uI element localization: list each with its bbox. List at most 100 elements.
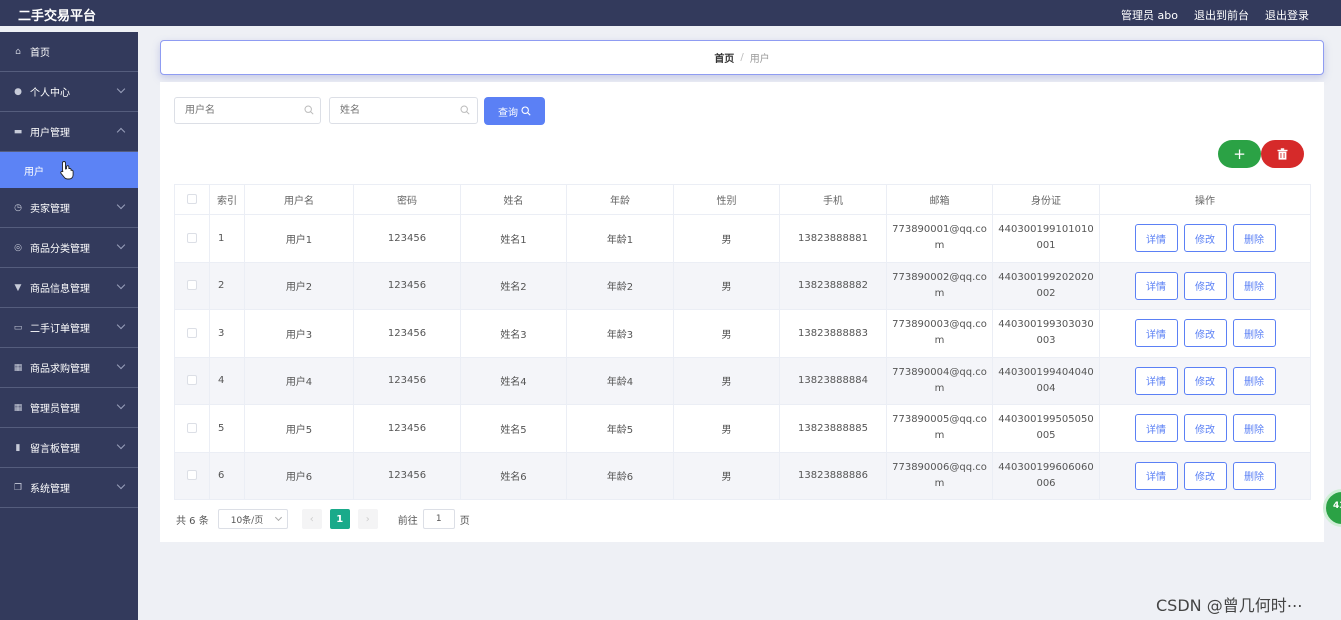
delete-button[interactable]: 删除	[1232, 319, 1276, 348]
floating-badge-text: 43	[1333, 501, 1341, 511]
sidebar-item-label: 留言板管理	[30, 444, 80, 455]
delete-button[interactable]: 删除	[1232, 224, 1276, 253]
goto-label: 前往	[397, 515, 418, 527]
sidebar-item-goods[interactable]: ▼ 商品信息管理	[0, 268, 138, 308]
page-number-button[interactable]: 1	[329, 509, 350, 529]
sidebar-item-categories[interactable]: ◎ 商品分类管理	[0, 228, 138, 268]
cell-phone: 13823888884	[779, 356, 887, 405]
user-table: 索引 用户名 密码 姓名 年龄 性别 手机 邮箱 身份证 操作 1 用户1 1234…	[174, 184, 1311, 500]
column-header: 邮箱	[886, 184, 993, 215]
edit-button[interactable]: 修改	[1183, 366, 1227, 395]
row-checkbox[interactable]	[187, 470, 197, 481]
detail-button[interactable]: 详情	[1134, 461, 1178, 490]
sidebar-item-orders[interactable]: ▭ 二手订单管理	[0, 308, 138, 348]
admin-label: 管理员 abo	[1121, 9, 1178, 22]
row-checkbox[interactable]	[187, 422, 197, 433]
column-header: 用户名	[244, 184, 354, 215]
detail-button-label: 详情	[1146, 329, 1166, 341]
select-all-checkbox[interactable]	[187, 194, 197, 204]
row-select-cell	[174, 356, 210, 405]
edit-button[interactable]: 修改	[1183, 271, 1227, 300]
sidebar-item-messages[interactable]: ▮ 留言板管理	[0, 428, 138, 468]
row-checkbox[interactable]	[187, 327, 197, 338]
edit-button[interactable]: 修改	[1183, 414, 1227, 443]
detail-button[interactable]: 详情	[1134, 319, 1178, 348]
cell-gender: 男	[673, 356, 780, 405]
cell-age: 年龄2	[566, 261, 674, 310]
cell-email: 773890004@qq.com	[886, 356, 993, 405]
name-search-input[interactable]	[329, 97, 478, 124]
bar-chart-icon: ▮	[15, 442, 21, 453]
sidebar-item-label: 商品信息管理	[30, 284, 90, 295]
breadcrumb: 首页 / 用户	[160, 40, 1324, 75]
pagination: 共 6 条 10条/页 ‹ 1 › 前往 页	[176, 509, 470, 529]
cell-name: 姓名1	[460, 214, 567, 263]
row-checkbox[interactable]	[187, 375, 197, 386]
edit-button-label: 修改	[1195, 282, 1215, 294]
detail-button[interactable]: 详情	[1134, 224, 1178, 253]
delete-button[interactable]: 删除	[1232, 366, 1276, 395]
row-select-cell	[174, 451, 210, 500]
page-size-select[interactable]: 10条/页	[217, 509, 288, 529]
sidebar-item-label: 卖家管理	[30, 204, 70, 215]
table-row: 5 用户5 123456 姓名5 年龄5 男 13823888885 773890005@qq…	[174, 404, 1311, 453]
logout-link[interactable]: 退出登录	[1265, 7, 1309, 23]
delete-button[interactable]: 删除	[1232, 461, 1276, 490]
sidebar-item-personal[interactable]: ● 个人中心	[0, 72, 138, 112]
delete-button[interactable]: 删除	[1232, 414, 1276, 443]
breadcrumb-current: 用户	[749, 54, 770, 65]
edit-button[interactable]: 修改	[1183, 224, 1227, 253]
sidebar-item-label: 首页	[30, 48, 50, 59]
home-icon: ⌂	[15, 46, 21, 57]
cell-gender: 男	[673, 404, 780, 453]
cell-id-card: 440300199101010001	[992, 214, 1100, 263]
globe-icon: ◎	[14, 242, 22, 253]
to-front-link[interactable]: 退出到前台	[1194, 7, 1249, 23]
cell-id-card: 440300199505050005	[992, 404, 1100, 453]
cell-actions: 详情 修改 删除	[1099, 404, 1311, 453]
row-checkbox[interactable]	[187, 280, 197, 291]
row-checkbox[interactable]	[187, 232, 197, 243]
sidebar-item-system[interactable]: ❐ 系统管理	[0, 468, 138, 508]
table-row: 3 用户3 123456 姓名3 年龄3 男 13823888883 773890003@qq…	[174, 309, 1311, 358]
cell-phone: 13823888883	[779, 309, 887, 358]
batch-delete-button[interactable]	[1261, 140, 1304, 168]
cell-gender: 男	[673, 309, 780, 358]
table-row: 6 用户6 123456 姓名6 年龄6 男 13823888886 773890006@qq…	[174, 451, 1311, 500]
detail-button-label: 详情	[1146, 424, 1166, 436]
edit-button-label: 修改	[1195, 424, 1215, 436]
query-button[interactable]: 查询	[484, 97, 545, 125]
cell-name: 姓名6	[460, 451, 567, 500]
edit-button[interactable]: 修改	[1183, 461, 1227, 490]
floating-badge[interactable]: 43	[1323, 489, 1341, 527]
detail-button[interactable]: 详情	[1134, 271, 1178, 300]
column-header: 性别	[673, 184, 780, 215]
chevron-down-icon	[116, 360, 126, 370]
app-title: 二手交易平台	[18, 9, 97, 24]
query-button-label: 查询	[498, 107, 518, 119]
sidebar-subitem-user[interactable]: 用户	[0, 152, 138, 188]
sidebar-item-admins[interactable]: ▦ 管理员管理	[0, 388, 138, 428]
sidebar-item-sellers[interactable]: ◷ 卖家管理	[0, 188, 138, 228]
cell-username: 用户2	[244, 261, 354, 310]
edit-button-label: 修改	[1195, 472, 1215, 484]
sidebar-item-home[interactable]: ⌂ 首页	[0, 32, 138, 72]
breadcrumb-home[interactable]: 首页	[714, 50, 734, 65]
sidebar-item-users[interactable]: ▬ 用户管理	[0, 112, 138, 152]
cell-actions: 详情 修改 删除	[1099, 214, 1311, 263]
prev-page-button[interactable]: ‹	[301, 509, 322, 529]
edit-button[interactable]: 修改	[1183, 319, 1227, 348]
hand-cursor-icon	[60, 161, 74, 180]
delete-button-label: 删除	[1244, 234, 1264, 246]
username-search-input[interactable]	[174, 97, 321, 124]
goto-page-input[interactable]	[422, 509, 455, 529]
sidebar-subitem-label: 用户	[24, 166, 44, 178]
cell-password: 123456	[353, 404, 461, 453]
cell-actions: 详情 修改 删除	[1099, 451, 1311, 500]
delete-button[interactable]: 删除	[1232, 271, 1276, 300]
add-button[interactable]: +	[1218, 140, 1261, 168]
detail-button[interactable]: 详情	[1134, 366, 1178, 395]
next-page-button[interactable]: ›	[357, 509, 378, 529]
detail-button[interactable]: 详情	[1134, 414, 1178, 443]
sidebar-item-wanted[interactable]: ▦ 商品求购管理	[0, 348, 138, 388]
